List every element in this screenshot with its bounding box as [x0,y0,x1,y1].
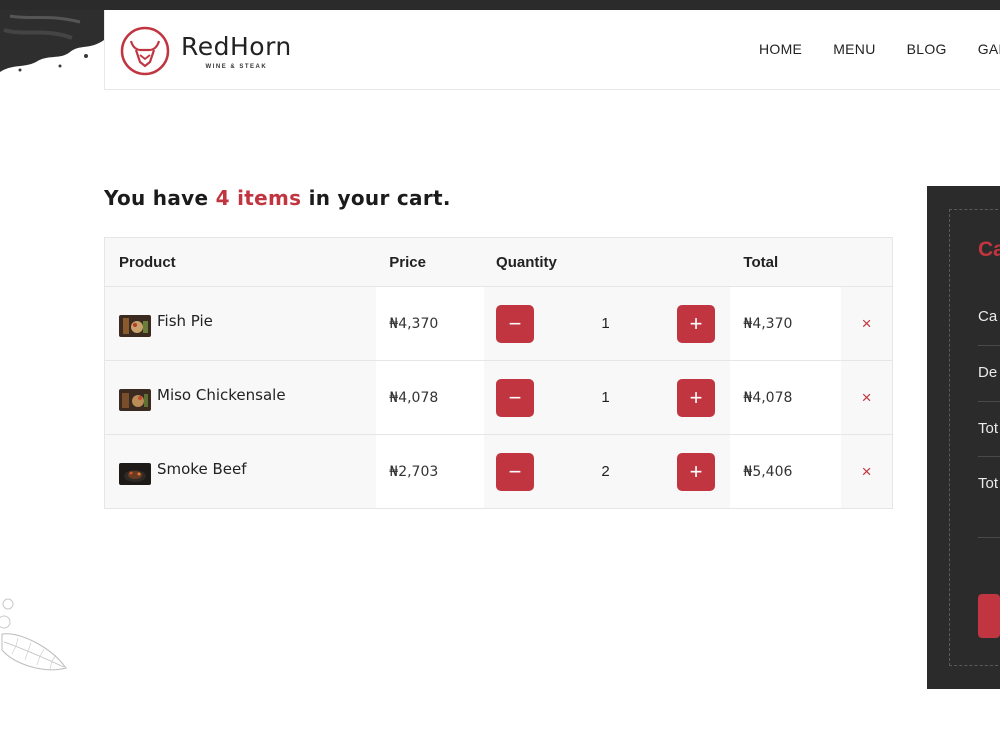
column-header-quantity: Quantity [484,238,731,286]
bull-horn-logo-icon [120,26,170,76]
nav-menu[interactable]: MENU [833,41,875,57]
increase-quantity-button[interactable]: + [677,304,716,343]
decorative-leaf-sketch [0,598,67,671]
brand-name: RedHorn [181,31,292,61]
remove-item-icon[interactable]: × [862,462,872,482]
increase-quantity-button[interactable]: + [677,452,716,491]
quantity-stepper: − 1 + [484,361,731,434]
column-header-price: Price [376,238,485,286]
remove-cell: × [841,361,892,434]
remove-cell: × [841,287,892,360]
site-header: RedHorn WINE & STEAK HOME MENU BLOG GAL [104,10,1000,90]
product-name[interactable]: Smoke Beef [157,460,247,478]
summary-row-cart-subtotal: Ca [978,308,998,325]
remove-item-icon[interactable]: × [862,388,872,408]
decrease-quantity-button[interactable]: − [496,378,535,417]
summary-row-total: Tot [978,420,999,437]
decrease-quantity-button[interactable]: − [496,452,535,491]
unit-price: ₦4,370 [389,315,439,332]
summary-divider [978,456,1000,457]
summary-row-delivery: De [978,364,998,381]
cart-heading: You have 4 items in your cart. [104,186,451,210]
nav-blog[interactable]: BLOG [907,41,947,57]
cart-heading-suffix: in your cart. [308,186,451,210]
decorative-brush-image [0,10,104,74]
summary-divider [978,345,1000,346]
table-row: Miso Chickensale ₦4,078 − 1 + ₦4,078 × [105,361,892,435]
product-name[interactable]: Miso Chickensale [157,386,286,404]
product-name[interactable]: Fish Pie [157,312,213,330]
price-cell: ₦4,078 [376,361,485,434]
summary-row-total-2: Tot [978,475,999,492]
quantity-value: 1 [601,389,610,406]
checkout-button[interactable] [978,594,1000,638]
smoke-beef-thumbnail[interactable] [119,462,151,485]
price-cell: ₦2,703 [376,435,485,508]
remove-item-icon[interactable]: × [862,314,872,334]
column-header-total: Total [730,238,842,286]
table-row: Fish Pie ₦4,370 − 1 + ₦4,370 × [105,287,892,361]
brand-logo[interactable]: RedHorn WINE & STEAK [119,26,292,76]
column-header-product: Product [105,238,377,286]
main-nav: HOME MENU BLOG GAL [759,41,1000,57]
table-row: Smoke Beef ₦2,703 − 2 + ₦5,406 × [105,435,892,508]
price-cell: ₦4,370 [376,287,485,360]
miso-chickensale-thumbnail[interactable] [119,388,151,411]
nav-gallery[interactable]: GAL [978,41,1000,57]
unit-price: ₦2,703 [389,463,439,480]
quantity-stepper: − 2 + [484,435,731,508]
fish-pie-thumbnail[interactable] [119,314,151,337]
line-total: ₦4,078 [743,389,793,406]
cart-table: Product Price Quantity Total Fish Pie ₦4… [104,237,893,509]
total-cell: ₦4,370 [730,287,842,360]
unit-price: ₦4,078 [389,389,439,406]
increase-quantity-button[interactable]: + [677,378,716,417]
quantity-value: 1 [601,315,610,332]
brand-tagline: WINE & STEAK [205,63,268,70]
quantity-value: 2 [601,463,610,480]
summary-divider [978,401,1000,402]
cart-table-header: Product Price Quantity Total [105,238,892,287]
remove-cell: × [841,435,892,508]
decrease-quantity-button[interactable]: − [496,304,535,343]
line-total: ₦5,406 [743,463,793,480]
line-total: ₦4,370 [743,315,793,332]
product-cell: Miso Chickensale [105,361,377,434]
cart-heading-prefix: You have [104,186,209,210]
product-cell: Smoke Beef [105,435,377,508]
top-bar [0,0,1000,10]
column-header-remove [841,238,892,286]
cart-item-count: 4 items [215,186,302,210]
total-cell: ₦4,078 [730,361,842,434]
cart-summary-title: Ca [978,238,1000,261]
total-cell: ₦5,406 [730,435,842,508]
nav-home[interactable]: HOME [759,41,802,57]
summary-divider [978,537,1000,538]
quantity-stepper: − 1 + [484,287,731,360]
product-cell: Fish Pie [105,287,377,360]
